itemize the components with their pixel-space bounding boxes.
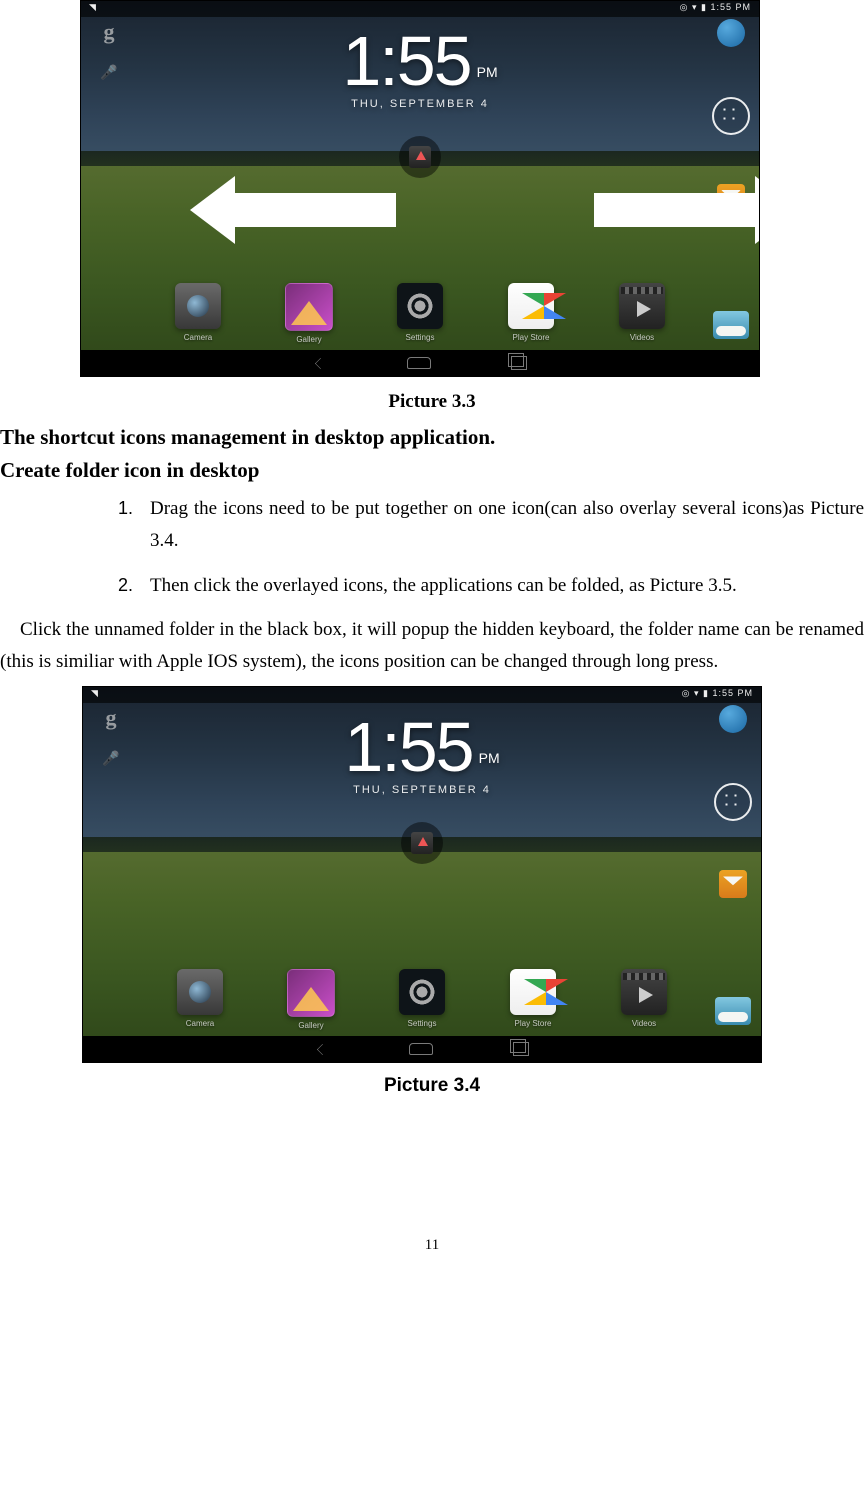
clock-time: 1:55	[342, 22, 470, 100]
center-folder-icon[interactable]	[399, 136, 441, 178]
gallery-icon	[285, 283, 333, 331]
dock-item-playstore[interactable]: Play Store	[505, 969, 561, 1030]
dock-label: Camera	[170, 333, 226, 342]
status-right: ◎ ▾ ▮ 1:55 PM	[680, 2, 751, 13]
dock-label: Camera	[172, 1019, 228, 1028]
dock-label: Play Store	[503, 333, 559, 342]
status-indicators: ◎ ▾ ▮	[682, 688, 709, 698]
status-indicators: ◎ ▾ ▮	[680, 2, 707, 12]
browser-globe-icon[interactable]	[717, 19, 745, 47]
google-search-icon[interactable]: g	[95, 19, 123, 45]
clock-widget[interactable]: 1:55PM THU, SEPTEMBER 4	[342, 26, 497, 110]
section-subheading: Create folder icon in desktop	[0, 458, 864, 483]
list-item: 1. Drag the icons need to be put togethe…	[150, 493, 864, 558]
caption-picture-3-3: Picture 3.3	[0, 391, 864, 413]
nav-back-button[interactable]	[316, 1044, 327, 1055]
list-number: 2.	[118, 570, 133, 601]
navigation-bar	[83, 1036, 761, 1062]
ordered-list: 1. Drag the icons need to be put togethe…	[0, 493, 864, 602]
camera-icon	[177, 969, 223, 1015]
clock-time: 1:55	[344, 708, 472, 786]
list-item: 2. Then click the overlayed icons, the a…	[150, 570, 864, 602]
dock-label: Gallery	[281, 335, 337, 344]
nav-home-button[interactable]	[407, 357, 431, 369]
dock-label: Gallery	[283, 1021, 339, 1030]
clock-date: THU, SEPTEMBER 4	[344, 784, 499, 796]
status-notification-icon: ◥	[89, 2, 96, 13]
settings-gear-icon	[397, 283, 443, 329]
section-heading: The shortcut icons management in desktop…	[0, 425, 864, 450]
nav-back-button[interactable]	[314, 357, 325, 368]
dock-label: Play Store	[505, 1019, 561, 1028]
caption-picture-3-4: Picture 3.4	[0, 1075, 864, 1097]
dock-item-playstore[interactable]: Play Store	[503, 283, 559, 344]
list-text: Then click the overlayed icons, the appl…	[150, 575, 737, 596]
wallpaper-grass	[83, 852, 761, 1062]
swipe-arrow-left-head	[190, 176, 235, 244]
clock-date: THU, SEPTEMBER 4	[342, 98, 497, 110]
status-time: 1:55 PM	[712, 688, 753, 698]
dock-item-videos[interactable]: Videos	[614, 283, 670, 344]
nav-home-button[interactable]	[409, 1043, 433, 1055]
dock-item-settings[interactable]: Settings	[392, 283, 448, 344]
nav-recent-button[interactable]	[513, 1042, 529, 1056]
voice-mic-icon[interactable]: 🎤	[95, 65, 123, 93]
status-bar: ◥ ◎ ▾ ▮ 1:55 PM	[83, 687, 761, 703]
app-dock: Camera Gallery Settings Play Store Video…	[81, 283, 759, 344]
dock-item-settings[interactable]: Settings	[394, 969, 450, 1030]
browser-globe-icon[interactable]	[719, 705, 747, 733]
play-store-icon	[510, 969, 556, 1015]
page-number: 11	[0, 1237, 864, 1254]
folder-app-preview	[409, 146, 431, 168]
nav-recent-button[interactable]	[511, 356, 527, 370]
dock-label: Videos	[614, 333, 670, 342]
swipe-arrow-right-head	[755, 176, 760, 244]
swipe-arrow-right	[594, 193, 759, 227]
dock-item-videos[interactable]: Videos	[616, 969, 672, 1030]
dock-label: Settings	[394, 1019, 450, 1028]
dock-item-camera[interactable]: Camera	[172, 969, 228, 1030]
left-side-column: g 🎤	[89, 19, 129, 93]
camera-icon	[175, 283, 221, 329]
dock-item-gallery[interactable]: Gallery	[283, 969, 339, 1030]
app-dock: Camera Gallery Settings Play Store Video…	[83, 969, 761, 1030]
status-notification-icon: ◥	[91, 688, 98, 699]
videos-icon	[621, 969, 667, 1015]
screenshot-picture-3-3: ◥ ◎ ▾ ▮ 1:55 PM g 🎤 1:55PM THU, SEPTEMBE…	[80, 0, 760, 377]
folder-app-preview	[411, 832, 433, 854]
center-folder-icon[interactable]	[401, 822, 443, 864]
dock-label: Settings	[392, 333, 448, 342]
navigation-bar	[81, 350, 759, 376]
screenshot-picture-3-4: ◥ ◎ ▾ ▮ 1:55 PM g 🎤 1:55PM THU, SEPTEMBE…	[82, 686, 762, 1063]
videos-icon	[619, 283, 665, 329]
app-drawer-button[interactable]	[714, 783, 752, 821]
email-icon[interactable]	[719, 870, 747, 898]
status-time: 1:55 PM	[710, 2, 751, 12]
play-store-icon	[508, 283, 554, 329]
swipe-arrow-left	[231, 193, 396, 227]
status-right: ◎ ▾ ▮ 1:55 PM	[682, 688, 753, 699]
voice-mic-icon[interactable]: 🎤	[97, 751, 125, 779]
app-drawer-button[interactable]	[712, 97, 750, 135]
dock-item-camera[interactable]: Camera	[170, 283, 226, 344]
settings-gear-icon	[399, 969, 445, 1015]
status-bar: ◥ ◎ ▾ ▮ 1:55 PM	[81, 1, 759, 17]
clock-ampm: PM	[477, 64, 498, 80]
dock-label: Videos	[616, 1019, 672, 1028]
google-search-icon[interactable]: g	[97, 705, 125, 731]
left-side-column: g 🎤	[91, 705, 131, 779]
clock-ampm: PM	[479, 750, 500, 766]
dock-item-gallery[interactable]: Gallery	[281, 283, 337, 344]
list-number: 1.	[118, 493, 133, 524]
list-text: Drag the icons need to be put together o…	[150, 498, 864, 551]
paragraph: Click the unnamed folder in the black bo…	[0, 614, 864, 679]
clock-widget[interactable]: 1:55PM THU, SEPTEMBER 4	[344, 712, 499, 796]
gallery-icon	[287, 969, 335, 1017]
